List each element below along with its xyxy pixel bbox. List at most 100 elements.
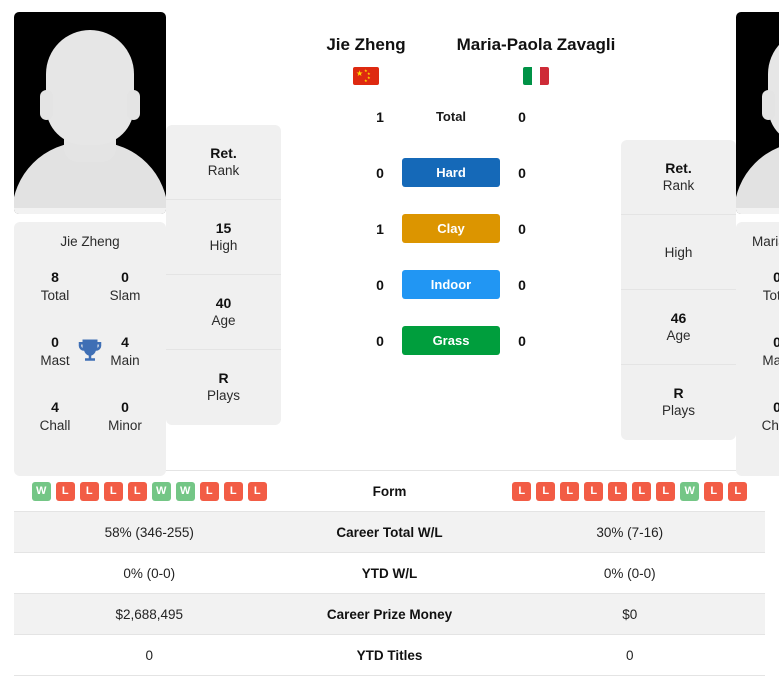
left-career-total-wl: 58% (346-255) (104, 524, 194, 540)
left-titles-grid: 8 Total 0 Slam 0 Mast 4 Main 4 Chall 0 M… (20, 269, 160, 434)
right-info-age-value: 46 (670, 309, 687, 326)
form-badge-loss: L (79, 481, 99, 501)
right-info-high-label: High (664, 244, 693, 260)
right-titles-card-name: Maria-Paola Zavagli (751, 234, 779, 249)
right-player-name: Maria-Paola Zavagli (456, 35, 616, 54)
avatar-head (46, 30, 134, 145)
left-titles-minor-label: Minor (108, 417, 142, 433)
form-badge-loss: L (584, 481, 604, 501)
left-info-rank-label: Rank (207, 162, 240, 178)
form-badge-loss: L (55, 481, 75, 501)
h2h-row-hard: 0 Hard 0 (281, 145, 621, 201)
left-player-titles-card: Jie Zheng 8 Total 0 Slam 0 Mast 4 Main 4… (14, 222, 166, 476)
right-info-age-label: Age (666, 327, 691, 343)
left-player-avatar (14, 12, 166, 214)
form-badge-loss: L (247, 481, 267, 501)
right-player-titles-card: Maria-Paola Zavagli 0 Total 0 Slam 0 Mas… (736, 222, 779, 476)
left-info-age-label: Age (211, 312, 236, 328)
right-titles-mast-value: 0 (773, 334, 779, 351)
form-badge-loss: L (632, 481, 652, 501)
right-titles-chall-value: 0 (773, 399, 779, 416)
left-info-high-label: High (209, 237, 238, 253)
left-player-info-column: Ret. Rank 15 High 40 Age R Plays (166, 125, 281, 425)
table-row-career-prize-money: $2,688,495 Career Prize Money $0 (14, 594, 765, 635)
avatar-ear-right (127, 90, 140, 120)
h2h-grass-badge[interactable]: Grass (402, 326, 500, 356)
table-row-ytd-titles: 0 YTD Titles 0 (14, 635, 765, 676)
right-career-total-wl: 30% (7-16) (596, 524, 664, 540)
table-row-career-total-wl: 58% (346-255) Career Total W/L 30% (7-16… (14, 512, 765, 553)
left-info-age-value: 40 (215, 294, 232, 311)
left-titles-total-value: 8 (51, 269, 59, 285)
h2h-indoor-badge[interactable]: Indoor (402, 270, 500, 300)
avatar-baseline (14, 208, 166, 214)
right-info-rank-value: Ret. (665, 159, 692, 176)
h2h-row-indoor: 0 Indoor 0 (281, 257, 621, 313)
row-label-form: Form (372, 483, 407, 499)
right-titles-mast-label: Mast (762, 352, 779, 368)
row-label-career-total-wl: Career Total W/L (336, 524, 443, 540)
form-badge-loss: L (223, 481, 243, 501)
h2h-hard-left-score: 0 (376, 164, 384, 181)
left-info-plays-value: R (218, 370, 229, 387)
right-player-info-column: Ret. Rank High 46 Age R Plays (621, 140, 736, 440)
h2h-row-total: 1 Total 0 (281, 89, 621, 145)
row-label-career-prize-money: Career Prize Money (326, 606, 453, 622)
right-info-plays-value: R (673, 385, 684, 402)
right-info-plays-label: Plays (661, 403, 695, 419)
right-form-cell: LLLLLLLWLL (495, 481, 766, 501)
avatar-ear-left (40, 90, 53, 120)
left-titles-minor-value: 0 (121, 399, 129, 416)
left-player-name-block: Jie Zheng ★ ★ ★ ★ ★ (281, 12, 451, 85)
left-info-plays: R Plays (166, 350, 281, 425)
form-badge-loss: L (199, 481, 219, 501)
left-titles-chall-label: Chall (39, 417, 71, 433)
left-titles-chall: 4 Chall (20, 399, 90, 434)
form-badge-win: W (680, 481, 700, 501)
left-titles-slam: 0 Slam (90, 269, 160, 304)
left-career-prize-money: $2,688,495 (115, 606, 184, 622)
left-form-cell: WLLLLWWLLL (14, 481, 285, 501)
form-badge-win: W (175, 481, 195, 501)
right-titles-mast: 0 Mast (742, 334, 779, 369)
table-row-form: WLLLLWWLLL Form LLLLLLLWLL (14, 471, 765, 512)
form-badge-loss: L (656, 481, 676, 501)
form-badge-loss: L (536, 481, 556, 501)
head-to-head-column: Jie Zheng ★ ★ ★ ★ ★ Maria-Paola Zavagli (281, 12, 621, 369)
h2h-indoor-right-score: 0 (518, 276, 526, 293)
h2h-indoor-left-score: 0 (376, 276, 384, 293)
form-badge-loss: L (127, 481, 147, 501)
left-ytd-wl: 0% (0-0) (123, 565, 176, 581)
comparison-stats-table: WLLLLWWLLL Form LLLLLLLWLL 58% (346-255)… (14, 470, 765, 676)
row-label-ytd-wl: YTD W/L (361, 565, 418, 581)
avatar-baseline (736, 208, 779, 214)
left-info-high-value: 15 (215, 219, 232, 236)
italy-flag-icon (523, 66, 549, 85)
right-titles-chall-label: Chall (761, 417, 779, 433)
right-info-rank: Ret. Rank (621, 140, 736, 215)
left-info-rank: Ret. Rank (166, 125, 281, 200)
left-info-rank-value: Ret. (210, 144, 237, 161)
h2h-clay-right-score: 0 (518, 220, 526, 237)
flag-band-white (531, 66, 541, 85)
right-career-prize-money: $0 (622, 606, 638, 622)
left-titles-total: 8 Total (20, 269, 90, 304)
h2h-row-clay: 1 Clay 0 (281, 201, 621, 257)
left-info-age: 40 Age (166, 275, 281, 350)
form-badge-loss: L (103, 481, 123, 501)
head-to-head-surface-list: 1 Total 0 0 Hard 0 1 Clay 0 0 Indoor 0 0 (281, 89, 621, 369)
avatar-head (768, 30, 779, 145)
right-info-rank-label: Rank (662, 177, 695, 193)
trophy-icon (78, 339, 102, 361)
h2h-hard-right-score: 0 (518, 164, 526, 181)
left-info-high: 15 High (166, 200, 281, 275)
form-badge-loss: L (512, 481, 532, 501)
h2h-row-grass: 0 Grass 0 (281, 313, 621, 369)
h2h-clay-badge[interactable]: Clay (402, 214, 500, 244)
h2h-hard-badge[interactable]: Hard (402, 158, 500, 188)
right-player-name-block: Maria-Paola Zavagli (451, 12, 621, 85)
right-info-high: High (621, 215, 736, 290)
left-info-plays-label: Plays (206, 388, 240, 404)
form-badge-win: W (31, 481, 51, 501)
right-titles-chall: 0 Chall (742, 399, 779, 434)
